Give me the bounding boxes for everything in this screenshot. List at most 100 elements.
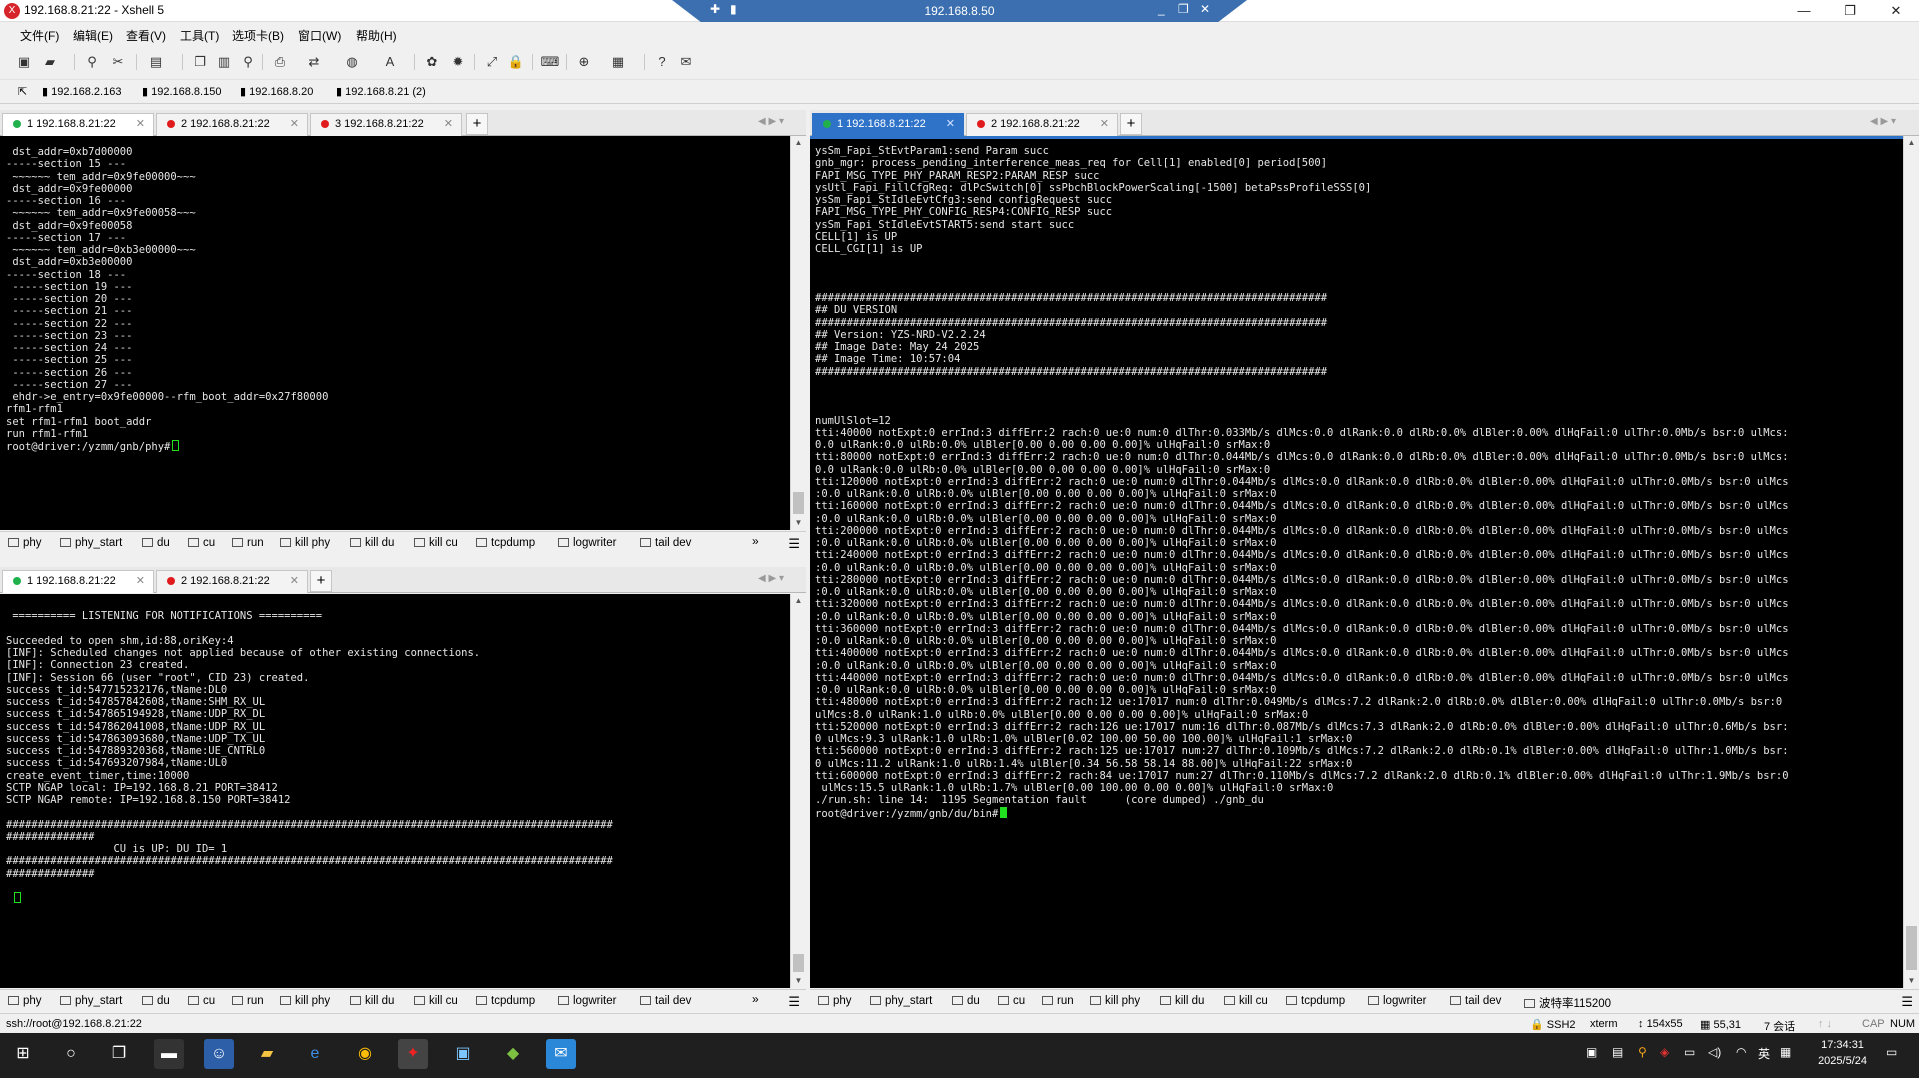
close-tab-icon[interactable]: ✕ [136,114,145,135]
quick-command-button[interactable]: logwriter [1368,995,1426,1007]
scrollbar-bottom-left[interactable]: ▲ ▼ [790,594,806,988]
system-clock[interactable]: 17:34:31 2025/5/24 [1818,1037,1867,1069]
quick-command-button[interactable]: tcpdump [476,537,535,549]
input-method-indicator[interactable]: 英 [1758,1045,1770,1062]
quick-command-button[interactable]: cu [998,995,1025,1007]
menu-tabs[interactable]: 选项卡(B) [232,27,284,44]
remote-restore-button[interactable]: ❐ [1178,2,1189,16]
tray-security-icon[interactable]: ◈ [1660,1045,1669,1059]
more-commands-icon[interactable]: » [752,992,759,1006]
xshell-taskbar-icon[interactable]: ✦ [398,1039,428,1069]
terminal-right[interactable]: ysSm_Fapi_StEvtParam1:send Param succ gnb… [810,136,1903,988]
tray-app-icon[interactable]: ▣ [1586,1045,1597,1059]
menu-edit[interactable]: 编辑(E) [73,27,113,44]
scroll-up-icon[interactable]: ▲ [791,136,806,150]
scroll-up-icon[interactable]: ▲ [1904,136,1919,150]
quick-command-button[interactable]: tcpdump [476,995,535,1007]
keyboard-icon[interactable]: ⌨ [540,52,560,72]
quick-command-button[interactable]: phy [8,995,42,1007]
bookmark-4[interactable]: ▮ 192.168.8.21 (2) [336,85,426,98]
xftp-icon[interactable]: ✿ [422,52,442,72]
quick-command-button[interactable]: kill cu [414,995,458,1007]
notification-icon[interactable]: ▭ [1886,1045,1897,1059]
paste-icon[interactable]: ▥ [214,52,234,72]
copy-icon[interactable]: ❐ [190,52,210,72]
add-tab-button[interactable]: + [1120,113,1142,135]
close-tab-icon[interactable]: ✕ [290,114,299,135]
quick-command-button[interactable]: du [952,995,980,1007]
task-view-icon[interactable]: ❐ [104,1039,134,1069]
quick-command-button[interactable]: tcpdump [1286,995,1345,1007]
layout-icon[interactable]: ▦ [608,52,628,72]
close-tab-icon[interactable]: ✕ [1100,114,1109,135]
quick-command-button[interactable]: tail dev [640,537,691,549]
properties-icon[interactable]: ▤ [146,52,166,72]
globe-icon[interactable]: ◍ [342,52,362,72]
fullscreen-icon[interactable]: ⤢ [482,52,502,72]
maximize-button[interactable]: ❐ [1827,0,1873,22]
quick-command-button[interactable]: du [142,995,170,1007]
terminal-bottom-left[interactable]: ========== LISTENING FOR NOTIFICATIONS =… [0,594,790,988]
quick-command-button[interactable]: kill cu [414,537,458,549]
quick-command-button[interactable]: run [1042,995,1074,1007]
quick-command-button[interactable]: kill du [350,537,394,549]
transfer-icon[interactable]: ⇄ [304,52,324,72]
quick-command-button[interactable]: cu [188,995,215,1007]
tray-monitor-icon[interactable]: ▤ [1612,1045,1623,1059]
tab-session-1[interactable]: 1 192.168.8.21:22 ✕ [812,113,964,136]
bookmark-1[interactable]: ▮ 192.168.2.163 [42,85,121,98]
network-icon[interactable]: ◠ [1736,1045,1746,1059]
new-session-icon[interactable]: ▣ [14,52,34,72]
quick-command-button[interactable]: cu [188,537,215,549]
close-button[interactable]: ✕ [1873,0,1919,22]
close-tab-icon[interactable]: ✕ [290,571,299,592]
scroll-down-icon[interactable]: ▼ [791,516,806,530]
tab-scroll-arrows[interactable]: ◀ ▶ ▾ [758,573,784,584]
quick-command-button[interactable]: tail dev [640,995,691,1007]
search-icon[interactable]: ○ [56,1039,86,1069]
scroll-thumb[interactable] [793,492,804,514]
quick-command-button[interactable]: phy_start [60,995,122,1007]
scroll-down-icon[interactable]: ▼ [791,974,806,988]
tab-scroll-arrows[interactable]: ◀ ▶ ▾ [758,116,784,127]
scrollbar-right[interactable]: ▲ ▼ [1903,136,1919,988]
menu-view[interactable]: 查看(V) [126,27,166,44]
close-tab-icon[interactable]: ✕ [444,114,453,135]
links-icon[interactable]: ⇱ [18,85,27,98]
quick-command-button[interactable]: kill phy [280,537,330,549]
cmd-app-icon[interactable]: ▬ [154,1039,184,1069]
close-tab-icon[interactable]: ✕ [946,114,955,135]
scroll-down-icon[interactable]: ▼ [1904,974,1919,988]
scrollbar-top-left[interactable]: ▲ ▼ [790,136,806,530]
ime-options-icon[interactable]: ▦ [1780,1045,1791,1059]
nav-arrows-icon[interactable]: ↑ ↓ [1818,1018,1832,1030]
connect-icon[interactable]: ⚲ [82,52,102,72]
chat-icon[interactable]: ✉ [676,52,696,72]
quick-command-button[interactable]: du [142,537,170,549]
remote-close-button[interactable]: ✕ [1200,2,1210,16]
battery-icon[interactable]: ▭ [1684,1045,1695,1059]
tab-session-1[interactable]: 1 192.168.8.21:22 ✕ [2,113,154,136]
quick-command-button[interactable]: logwriter [558,995,616,1007]
quick-command-button[interactable]: kill phy [280,995,330,1007]
quick-command-button[interactable]: kill cu [1224,995,1268,1007]
quick-command-menu-icon[interactable]: ☰ [788,536,800,552]
terminal-top-left[interactable]: dst_addr=0xb7d00000 -----section 15 --- ~… [0,136,790,530]
menu-tools[interactable]: 工具(T) [180,27,219,44]
quick-command-button[interactable]: 波特率115200 [1524,995,1611,1011]
open-folder-icon[interactable]: ▰ [40,52,60,72]
menu-file[interactable]: 文件(F) [20,27,59,44]
more-commands-icon[interactable]: » [752,534,759,548]
font-icon[interactable]: A [380,52,400,72]
tab-session-2[interactable]: 2 192.168.8.21:22 ✕ [156,570,308,593]
edge-browser-icon[interactable]: e [300,1039,330,1069]
quick-command-button[interactable]: phy_start [870,995,932,1007]
quick-command-button[interactable]: kill du [1160,995,1204,1007]
remote-desktop-icon[interactable]: ▣ [448,1039,478,1069]
compose-icon[interactable]: ✹ [448,52,468,72]
network-app-icon[interactable]: ◆ [498,1039,528,1069]
volume-icon[interactable]: ◁) [1708,1045,1721,1059]
remote-minimize-button[interactable]: _ [1158,2,1165,16]
quick-command-button[interactable]: run [232,537,264,549]
add-tab-button[interactable]: + [466,113,488,135]
